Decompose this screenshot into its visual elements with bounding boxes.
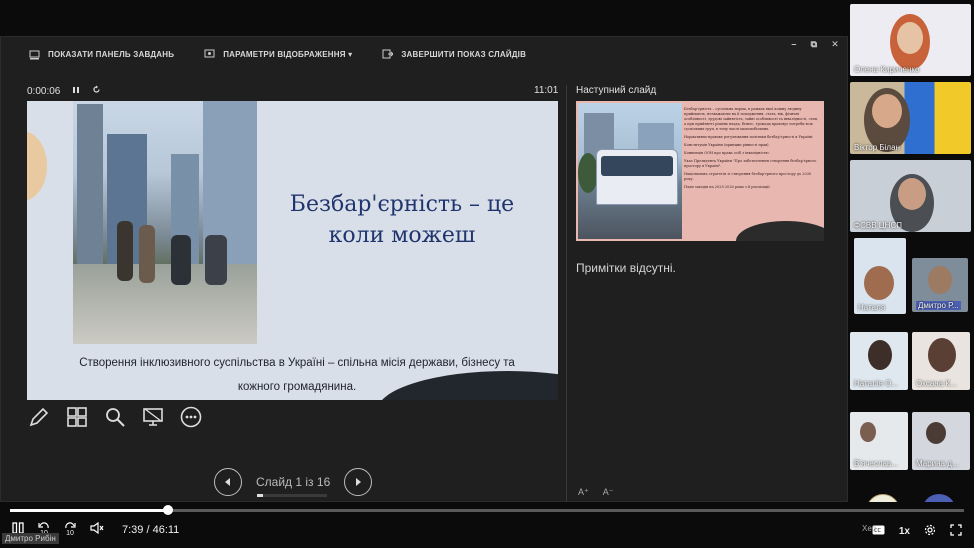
bus-photo: [578, 103, 682, 239]
restart-timer-icon[interactable]: [92, 85, 101, 97]
video-progress-fill: [10, 509, 169, 512]
next-slide-bullet: Конституція України (принцип рівності пр…: [684, 143, 770, 147]
pause-timer-icon[interactable]: [72, 86, 80, 97]
black-screen-icon[interactable]: [141, 405, 165, 429]
end-show-icon: [382, 49, 395, 60]
screen: ПОКАЗАТИ ПАНЕЛЬ ЗАВДАНЬ ПАРАМЕТРИ ВІДОБР…: [0, 0, 974, 548]
restore-button[interactable]: ⧉: [811, 39, 818, 50]
participant-tile[interactable]: Марина д...: [912, 412, 970, 470]
forward-icon: [65, 522, 76, 529]
participant-tile[interactable]: Дмитро Р...: [912, 258, 968, 312]
participant-name: Оксана К...: [916, 379, 957, 388]
display-settings-icon: [204, 49, 215, 60]
increase-font-button[interactable]: A⁺: [578, 487, 589, 498]
fullscreen-icon[interactable]: [950, 524, 962, 539]
taskbar-icon: [29, 49, 40, 60]
speaker-notes[interactable]: Примітки відсутні.: [576, 261, 676, 275]
participant-name: Наталія О...: [854, 379, 898, 388]
video-scrubber[interactable]: [10, 509, 964, 512]
slide-progress-fill: [257, 494, 263, 497]
minimize-button[interactable]: –: [791, 39, 796, 50]
skip-forward-seconds: 10: [66, 530, 74, 537]
next-slide-bullet: Указ Президента України "Про забезпеченн…: [684, 159, 817, 168]
next-slide-text: Безбар'єрність – суспільна норма, в рамк…: [684, 107, 820, 193]
video-player-bar: 10 10 7:39 / 46:11 CC 1x: [0, 502, 974, 548]
pane-divider[interactable]: [566, 85, 567, 505]
participant-tile[interactable]: В'ячеслав...: [850, 412, 908, 470]
window-controls: – ⧉ ✕: [791, 39, 839, 50]
zoom-icon[interactable]: [103, 405, 127, 429]
see-all-slides-icon[interactable]: [65, 405, 89, 429]
close-button[interactable]: ✕: [831, 39, 839, 50]
active-speaker-tag: Дмитро Рибін: [2, 533, 59, 544]
current-slide[interactable]: Безбар'єрність – це коли можеш Створення…: [27, 101, 558, 400]
slide-counter: Слайд 1 із 16: [256, 475, 331, 489]
next-slide-heading: Наступний слайд: [576, 85, 657, 96]
playback-speed[interactable]: 1x: [899, 526, 910, 537]
end-slideshow-button[interactable]: ЗАВЕРШИТИ ПОКАЗ СЛАЙДІВ: [382, 49, 526, 60]
elapsed-timer: 0:00:06: [27, 85, 101, 97]
elapsed-time: 0:00:06: [27, 85, 61, 97]
bus-shape: [596, 149, 678, 205]
slide-navigation: Слайд 1 із 16: [214, 468, 373, 496]
scrubber-handle[interactable]: [163, 505, 174, 515]
participants-panel: Олена Кириченко Віктор Білан ФСВВ ЦНСП Н…: [848, 0, 974, 548]
rewind-icon: [38, 522, 49, 529]
next-slide-button[interactable]: [344, 468, 373, 496]
slide-title: Безбар'єрність – це коли можеш: [289, 192, 515, 248]
participant-name: В'ячеслав...: [854, 459, 898, 468]
end-show-label: ЗАВЕРШИТИ ПОКАЗ СЛАЙДІВ: [401, 49, 527, 59]
participant-name: Олена Кириченко: [854, 65, 920, 74]
participant-tile[interactable]: Наталія О...: [850, 332, 908, 390]
next-slide-bullet: План заходів на 2025-2026 роки з її реал…: [684, 185, 771, 189]
display-settings-label: ПАРАМЕТРИ ВІДОБРАЖЕННЯ ▾: [223, 49, 353, 59]
decorative-shape: [27, 131, 47, 201]
next-slide-preview[interactable]: Безбар'єрність – суспільна норма, в рамк…: [576, 101, 824, 241]
playback-time: 7:39 / 46:11: [122, 523, 180, 536]
slide-tools: [27, 405, 203, 429]
participant-name-cut: Хер: [862, 524, 877, 533]
slide-progress-bar: [257, 494, 327, 497]
next-slide-bullet: Національна стратегія зі створення безба…: [684, 172, 812, 181]
previous-slide-button[interactable]: [214, 468, 242, 496]
presenter-view-window: ПОКАЗАТИ ПАНЕЛЬ ЗАВДАНЬ ПАРАМЕТРИ ВІДОБР…: [0, 36, 848, 505]
show-taskbar-label: ПОКАЗАТИ ПАНЕЛЬ ЗАВДАНЬ: [48, 49, 175, 59]
participant-tile[interactable]: Віктор Білан: [850, 82, 971, 154]
presenter-toolbar: ПОКАЗАТИ ПАНЕЛЬ ЗАВДАНЬ ПАРАМЕТРИ ВІДОБР…: [1, 37, 847, 71]
participant-name: ФСВВ ЦНСП: [854, 221, 902, 230]
participant-name: Наталя: [858, 303, 886, 312]
decrease-font-button[interactable]: A⁻: [603, 487, 614, 498]
pen-icon[interactable]: [27, 405, 51, 429]
player-right-controls: CC 1x: [872, 524, 962, 539]
city-street-photo: [73, 101, 257, 344]
participant-tile[interactable]: Оксана К...: [912, 332, 970, 390]
display-settings-button[interactable]: ПАРАМЕТРИ ВІДОБРАЖЕННЯ ▾: [204, 49, 352, 60]
participant-tile[interactable]: Наталя: [854, 238, 906, 314]
show-taskbar-button[interactable]: ПОКАЗАТИ ПАНЕЛЬ ЗАВДАНЬ: [29, 49, 174, 60]
next-slide-bullet: Конвенція ООН про права осіб з інвалідні…: [684, 151, 770, 155]
participant-tile[interactable]: ФСВВ ЦНСП: [850, 160, 971, 232]
participant-name: Марина д...: [916, 459, 959, 468]
skip-forward-button[interactable]: 10: [64, 522, 76, 537]
participant-name: Віктор Білан: [854, 143, 900, 152]
more-options-icon[interactable]: [179, 405, 203, 429]
next-slide-bullet: Нормативно-правове регулювання політики …: [684, 135, 814, 139]
participant-tile[interactable]: Олена Кириченко: [850, 4, 971, 76]
decorative-wave: [736, 221, 824, 241]
notes-font-tools: A⁺ A⁻: [578, 487, 614, 498]
settings-icon[interactable]: [924, 524, 936, 539]
next-slide-bullet: Безбар'єрність – суспільна норма, в рамк…: [684, 107, 818, 131]
participant-name: Дмитро Р...: [916, 301, 961, 310]
clock: 11:01: [534, 85, 559, 96]
mute-icon[interactable]: [90, 521, 104, 537]
